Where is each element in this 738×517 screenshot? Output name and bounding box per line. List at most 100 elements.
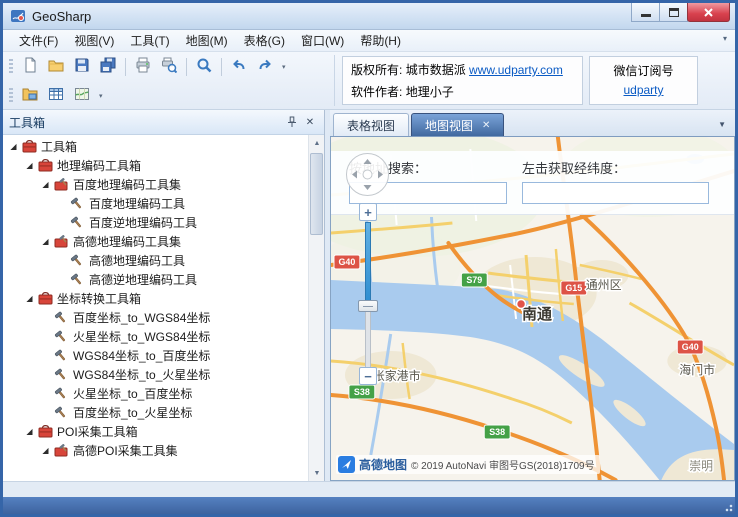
tree-item-label: WGS84坐标_to_百度坐标 [70, 347, 210, 364]
tree-item[interactable]: 高德逆地理编码工具 [3, 270, 308, 289]
menu-item-view[interactable]: 视图(V) [66, 29, 122, 52]
tree-item[interactable]: ◢工具箱 [3, 137, 308, 156]
titlebar: GeoSharp [3, 3, 735, 30]
toolbar-dropdown-chevron-icon[interactable]: ▾ [278, 63, 290, 71]
tree-expander-icon[interactable]: ◢ [39, 446, 52, 455]
tree-item-label: 百度坐标_to_WGS84坐标 [70, 309, 210, 326]
copyright-value: 城市数据派 [406, 63, 466, 77]
tree-item[interactable]: 百度逆地理编码工具 [3, 213, 308, 232]
print-button[interactable] [131, 56, 155, 78]
tree-item[interactable]: ◢POI采集工具箱 [3, 422, 308, 441]
toolbox-panel-title: 工具箱 [9, 114, 282, 131]
wechat-link[interactable]: udparty [623, 83, 663, 97]
menu-item-map[interactable]: 地图(M) [178, 29, 236, 52]
scrollbar-thumb[interactable] [310, 153, 323, 235]
open-button[interactable] [44, 56, 68, 78]
tab-close-icon[interactable]: ✕ [482, 120, 490, 131]
attribution-text: © 2019 AutoNavi 审图号GS(2018)1709号 [411, 457, 595, 472]
panel-close-icon[interactable]: ✕ [302, 114, 318, 130]
scroll-down-icon[interactable]: ▼ [309, 465, 324, 481]
tree-item[interactable]: WGS84坐标_to_火星坐标 [3, 365, 308, 384]
save-all-button[interactable] [96, 56, 120, 78]
tab-label: 地图视图 [425, 117, 473, 134]
tab-map-view[interactable]: 地图视图 ✕ [411, 113, 504, 136]
content-area: 工具箱 ✕ ◢工具箱◢地理编码工具箱◢百度地理编码工具集百度地理编码工具百度逆地… [3, 110, 735, 481]
menu-item-file[interactable]: 文件(F) [11, 29, 66, 52]
toolbox-icon [36, 292, 54, 305]
open-icon [48, 57, 64, 76]
tool-icon [52, 349, 70, 362]
menubar: 文件(F) 视图(V) 工具(T) 地图(M) 表格(G) 窗口(W) 帮助(H… [3, 30, 735, 52]
scroll-up-icon[interactable]: ▲ [309, 135, 324, 151]
toolbar-grip[interactable] [9, 59, 13, 75]
tab-label: 表格视图 [347, 117, 395, 134]
pin-icon[interactable] [284, 114, 300, 130]
menubar-overflow-chevron-icon[interactable]: ▾ [723, 34, 727, 43]
tree-scrollbar[interactable]: ▲ ▼ [308, 135, 324, 481]
tab-table-view[interactable]: 表格视图 [333, 113, 409, 136]
toolbox-icon [36, 159, 54, 172]
map-view: G40 S79 G15 G40 S38 S38 通州区 南 [330, 137, 735, 481]
tree-expander-icon[interactable]: ◢ [39, 237, 52, 246]
tool-icon [68, 254, 86, 267]
save-icon [74, 57, 90, 76]
print-preview-button[interactable] [157, 56, 181, 78]
tree-item[interactable]: ◢百度地理编码工具集 [3, 175, 308, 194]
map-pan-compass[interactable] [345, 152, 390, 197]
toolbox-panel: 工具箱 ✕ ◢工具箱◢地理编码工具箱◢百度地理编码工具集百度地理编码工具百度逆地… [3, 110, 325, 481]
app-icon [10, 8, 26, 24]
map-attribution: 高德地图 © 2019 AutoNavi 审图号GS(2018)1709号 [336, 455, 600, 474]
save-button[interactable] [70, 56, 94, 78]
toolbar-divider [334, 55, 335, 106]
tree-item[interactable]: ◢坐标转换工具箱 [3, 289, 308, 308]
tree-item[interactable]: 百度地理编码工具 [3, 194, 308, 213]
tree-item[interactable]: 火星坐标_to_WGS84坐标 [3, 327, 308, 346]
minimize-button[interactable] [631, 3, 660, 22]
resize-grip[interactable] [723, 502, 733, 512]
search-button[interactable] [192, 56, 216, 78]
toolbox-icon [20, 140, 38, 153]
close-button[interactable] [687, 3, 730, 22]
save-all-icon [100, 57, 116, 76]
tree-item[interactable]: 百度坐标_to_火星坐标 [3, 403, 308, 422]
zoom-slider-thumb[interactable] [358, 300, 378, 312]
tree-expander-icon[interactable]: ◢ [23, 161, 36, 170]
new-icon [22, 57, 38, 76]
tree-item[interactable]: ◢高德POI采集工具集 [3, 441, 308, 460]
shield-g15: G15 [565, 283, 582, 293]
new-button[interactable] [18, 56, 42, 78]
tree-expander-icon[interactable]: ◢ [7, 142, 20, 151]
folder-map-button[interactable] [18, 85, 42, 107]
zoom-slider-fill [365, 222, 371, 304]
shield-s38-left: S38 [354, 387, 370, 397]
toolbar-dropdown-chevron-icon[interactable]: ▾ [95, 92, 107, 100]
tool-icon [52, 387, 70, 400]
tree-item[interactable]: 火星坐标_to_百度坐标 [3, 384, 308, 403]
map-marker[interactable] [517, 300, 526, 309]
zoom-in-button[interactable]: + [359, 203, 377, 221]
tree-item[interactable]: 高德地理编码工具 [3, 251, 308, 270]
tree-expander-icon[interactable]: ◢ [23, 294, 36, 303]
tree-expander-icon[interactable]: ◢ [39, 180, 52, 189]
zoom-out-button[interactable]: − [359, 367, 377, 385]
table-button[interactable] [44, 85, 68, 107]
copyright-link[interactable]: www.udparty.com [469, 63, 563, 77]
tree-item[interactable]: WGS84坐标_to_百度坐标 [3, 346, 308, 365]
tree-item[interactable]: 百度坐标_to_WGS84坐标 [3, 308, 308, 327]
map-label-chongming: 崇明 [689, 459, 713, 473]
menu-item-help[interactable]: 帮助(H) [352, 29, 409, 52]
menu-item-window[interactable]: 窗口(W) [293, 29, 352, 52]
undo-button[interactable] [227, 56, 251, 78]
toolbar-grip[interactable] [9, 88, 13, 104]
maximize-button[interactable] [659, 3, 688, 22]
tree-item[interactable]: ◢高德地理编码工具集 [3, 232, 308, 251]
latlng-input[interactable] [522, 182, 709, 204]
map-view-button[interactable] [70, 85, 94, 107]
tab-list-dropdown-icon[interactable]: ▼ [718, 120, 726, 129]
tree-expander-icon[interactable]: ◢ [23, 427, 36, 436]
menu-item-tools[interactable]: 工具(T) [122, 29, 177, 52]
document-tabbar: 表格视图 地图视图 ✕ ▼ [330, 110, 735, 137]
tree-item[interactable]: ◢地理编码工具箱 [3, 156, 308, 175]
redo-button[interactable] [253, 56, 277, 78]
menu-item-table[interactable]: 表格(G) [236, 29, 293, 52]
